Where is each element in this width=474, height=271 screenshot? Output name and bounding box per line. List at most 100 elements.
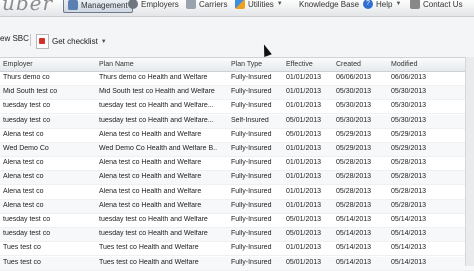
nav-knowledge-base[interactable]: Knowledge Base bbox=[299, 0, 359, 11]
cell-created: 05/28/2013 bbox=[336, 187, 372, 195]
cell-employer: Thurs demo co bbox=[3, 74, 50, 81]
cell-created: 05/14/2013 bbox=[336, 244, 372, 252]
cell-employer: Mid South test co bbox=[3, 88, 58, 96]
table-row[interactable]: Alena test co Alena test co Health and We… bbox=[0, 157, 474, 172]
nav-help[interactable]: ? Help ▼ bbox=[363, 0, 401, 11]
cell-employer: Alena test co bbox=[3, 187, 44, 195]
cell-employer: tuesday test co bbox=[3, 230, 51, 238]
cell-modified: 05/30/2013 bbox=[391, 102, 427, 110]
cell-modified: 05/28/2013 bbox=[391, 173, 427, 181]
vertical-scrollbar[interactable] bbox=[465, 57, 474, 266]
nav-carriers[interactable]: Carriers bbox=[186, 0, 227, 11]
column-header-plan-name[interactable]: Plan Name bbox=[99, 61, 217, 68]
table-row[interactable]: Alena test co Alena test co Health and We… bbox=[0, 129, 474, 143]
help-icon: ? bbox=[363, 0, 373, 9]
cell-plan-type: Fully-Insured bbox=[231, 74, 272, 81]
cell-plan-type: Fully-Insured bbox=[231, 130, 272, 138]
cell-plan-type: Fully-Insured bbox=[231, 173, 272, 181]
cell-employer: Tues test co bbox=[3, 244, 41, 252]
cell-plan-type: Fully-Insured bbox=[231, 145, 272, 152]
table-row[interactable]: tuesday test co tuesday test co Health an… bbox=[0, 114, 474, 129]
table-row[interactable]: Thurs demo co Thurs demo co Health and We… bbox=[0, 72, 474, 86]
table-row[interactable]: Tues test co Tues test co Health and Welf… bbox=[0, 242, 474, 257]
cell-effective: 01/01/2013 bbox=[286, 74, 322, 81]
cell-effective: 01/01/2013 bbox=[286, 102, 322, 110]
table-row[interactable]: Alena test co Alena test co Health and We… bbox=[0, 186, 474, 200]
pdf-icon bbox=[36, 34, 49, 49]
toolbar-divider bbox=[30, 34, 31, 46]
column-header-employer[interactable]: Employer bbox=[3, 61, 95, 68]
column-header-modified[interactable]: Modified bbox=[391, 61, 431, 68]
cell-employer: tuesday test co bbox=[3, 216, 51, 223]
cell-created: 05/28/2013 bbox=[336, 159, 372, 167]
cell-plan-type: Fully-Insured bbox=[231, 230, 272, 238]
cell-plan-type: Fully-Insured bbox=[231, 201, 272, 209]
nav-employers-label: Employers bbox=[141, 0, 179, 9]
cell-plan-type: Fully-Insured bbox=[231, 258, 272, 266]
nav-knowledge-base-label: Knowledge Base bbox=[299, 0, 360, 9]
cell-created: 05/30/2013 bbox=[336, 116, 372, 124]
nav-help-label: Help bbox=[376, 0, 393, 9]
table-row[interactable]: Wed Demo Co Wed Demo Co Health and Welfar… bbox=[0, 143, 474, 157]
cell-effective: 01/01/2013 bbox=[286, 244, 322, 252]
cell-plan-name: Tues test co Health and Welfare bbox=[99, 258, 199, 266]
cell-modified: 05/14/2013 bbox=[391, 258, 427, 266]
nav-contact-us[interactable]: Contact Us bbox=[410, 0, 463, 11]
cell-created: 05/14/2013 bbox=[336, 216, 372, 223]
cell-effective: 01/01/2013 bbox=[286, 88, 322, 96]
table-row[interactable]: Alena test co Alena test co Health and We… bbox=[0, 171, 474, 186]
nav-management[interactable]: Management bbox=[63, 0, 133, 13]
cell-plan-type: Self-Insured bbox=[231, 116, 269, 124]
cell-employer: Alena test co bbox=[3, 130, 44, 138]
cell-plan-name: Thurs demo co Health and Welfare bbox=[99, 74, 208, 81]
carriers-icon bbox=[186, 0, 196, 9]
cell-created: 06/06/2013 bbox=[336, 74, 372, 81]
grid-toolbar: ew SBC Get checklist ▼ bbox=[0, 30, 474, 49]
cell-created: 05/28/2013 bbox=[336, 173, 372, 181]
cell-plan-name: Alena test co Health and Welfare bbox=[99, 173, 202, 181]
cell-effective: 05/01/2013 bbox=[286, 116, 322, 124]
table-row[interactable]: Tues test co Tues test co Health and Welf… bbox=[0, 256, 474, 271]
get-checklist-button[interactable]: Get checklist ▼ bbox=[36, 34, 107, 49]
table-row[interactable]: Alena test co Alena test co Health and We… bbox=[0, 199, 474, 214]
cell-effective: 05/01/2013 bbox=[286, 216, 322, 223]
cell-employer: Wed Demo Co bbox=[3, 145, 49, 152]
cell-plan-type: Fully-Insured bbox=[231, 244, 272, 252]
employers-icon bbox=[128, 0, 138, 9]
cell-effective: 05/01/2013 bbox=[286, 130, 322, 138]
nav-utilities[interactable]: Utilities ▼ bbox=[235, 0, 283, 11]
cell-plan-type: Fully-Insured bbox=[231, 88, 272, 96]
table-row[interactable]: Mid South test co Mid South test co Healt… bbox=[0, 86, 474, 101]
cell-plan-name: tuesday test co Health and Welfare bbox=[99, 230, 208, 238]
cell-plan-name: Mid South test co Health and Welfare bbox=[99, 88, 215, 96]
view-sbc-button[interactable]: ew SBC bbox=[0, 34, 29, 43]
cell-plan-type: Fully-Insured bbox=[231, 159, 272, 167]
chevron-down-icon: ▼ bbox=[276, 1, 283, 7]
cell-modified: 05/28/2013 bbox=[391, 187, 427, 195]
column-header-created[interactable]: Created bbox=[336, 61, 376, 68]
cell-effective: 05/01/2013 bbox=[286, 230, 322, 238]
management-icon bbox=[68, 0, 78, 10]
cell-modified: 05/29/2013 bbox=[391, 145, 427, 152]
cell-employer: tuesday test co bbox=[3, 102, 51, 110]
cell-employer: tuesday test co bbox=[3, 116, 51, 124]
top-nav: uber Management Employers Carriers Utili… bbox=[0, 0, 474, 17]
table-row[interactable]: tuesday test co tuesday test co Health an… bbox=[0, 228, 474, 243]
cell-modified: 05/14/2013 bbox=[391, 230, 427, 238]
table-row[interactable]: tuesday test co tuesday test co Health an… bbox=[0, 100, 474, 115]
column-header-plan-type[interactable]: Plan Type bbox=[231, 61, 273, 68]
cell-plan-name: Wed Demo Co Health and Welfare B... bbox=[99, 145, 217, 152]
nav-employers[interactable]: Employers bbox=[128, 0, 179, 11]
cell-created: 05/14/2013 bbox=[336, 230, 372, 238]
table-row[interactable]: tuesday test co tuesday test co Health an… bbox=[0, 214, 474, 228]
cell-plan-name: Alena test co Health and Welfare bbox=[99, 130, 202, 138]
cell-effective: 01/01/2013 bbox=[286, 201, 322, 209]
table-header: Employer Plan Name Plan Type Effective C… bbox=[0, 58, 474, 72]
cell-employer: Alena test co bbox=[3, 201, 44, 209]
cell-modified: 06/06/2013 bbox=[391, 74, 427, 81]
app-logo: uber bbox=[2, 0, 54, 15]
cell-effective: 01/01/2013 bbox=[286, 173, 322, 181]
cell-plan-name: tuesday test co Health and Welfare... bbox=[99, 116, 214, 124]
column-header-effective[interactable]: Effective bbox=[286, 61, 326, 68]
chevron-down-icon: ▼ bbox=[100, 38, 107, 45]
